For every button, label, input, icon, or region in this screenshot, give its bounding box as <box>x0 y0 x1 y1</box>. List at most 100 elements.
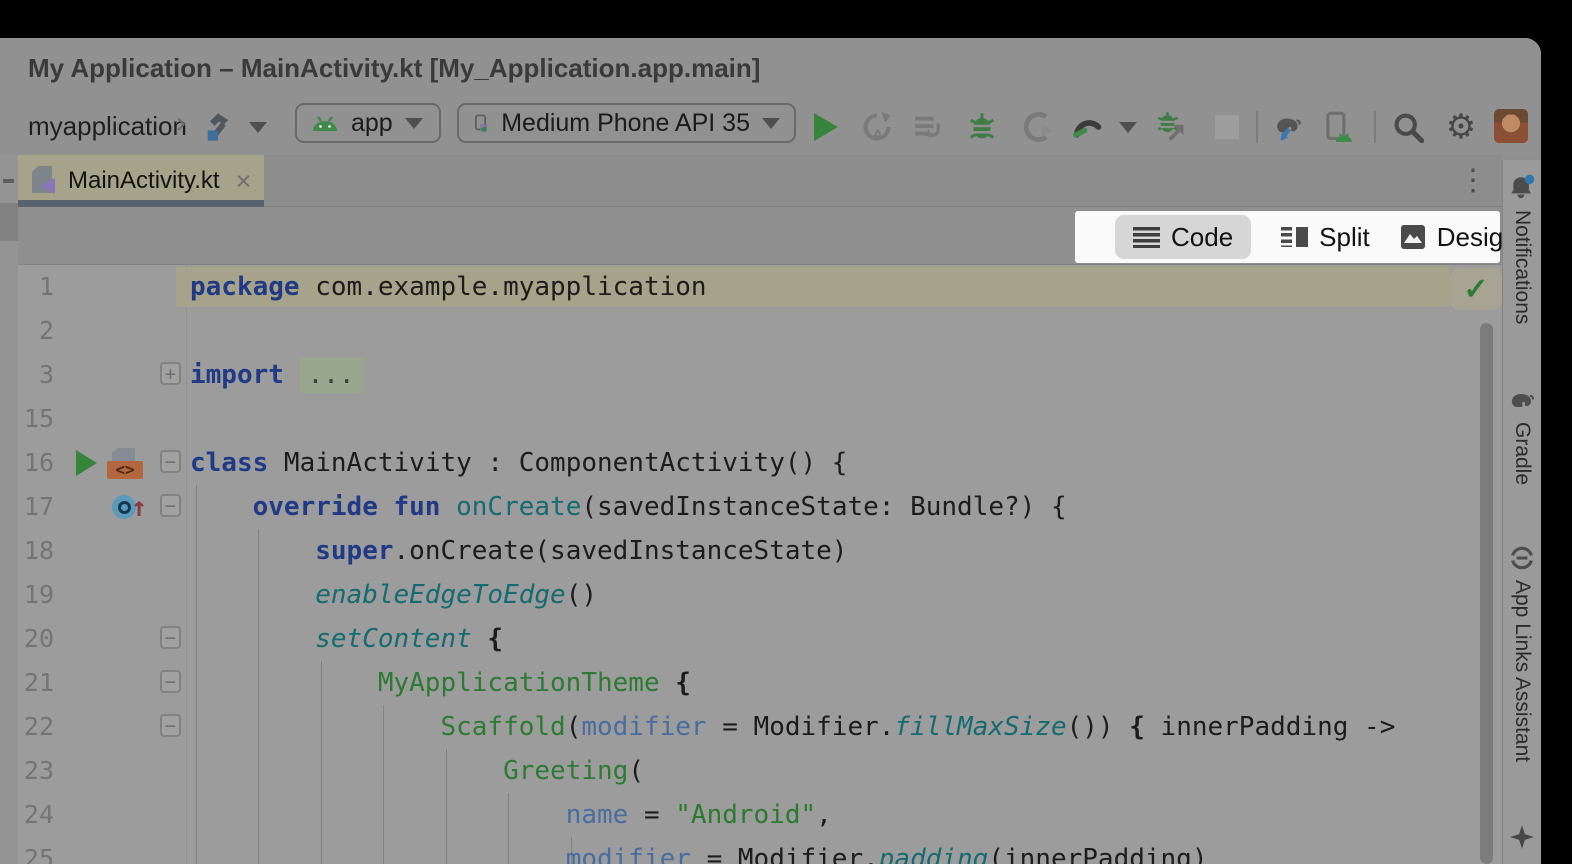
kotlin-file-icon <box>32 166 56 196</box>
chevron-right-icon: › <box>176 106 186 140</box>
run-button[interactable] <box>810 110 842 144</box>
line-number: 23 <box>18 749 54 793</box>
notifications-stripe-button[interactable]: Notifications <box>1503 174 1541 324</box>
line-number: 16 <box>18 441 54 485</box>
toolbar-separator <box>1374 111 1376 143</box>
breadcrumb[interactable]: myapplication <box>28 98 187 154</box>
code-line[interactable]: 19 enableEdgeToEdge() <box>18 573 1502 617</box>
line-number: 20 <box>18 617 54 661</box>
gear-icon: ⚙ <box>1446 110 1476 144</box>
fold-marker-minus[interactable]: − <box>160 450 181 473</box>
editor-mode-switcher: Code Split Design <box>1075 211 1500 263</box>
module-selector-label: app <box>351 109 393 138</box>
left-stripe-dash-icon[interactable] <box>3 179 14 183</box>
device-manager-button[interactable] <box>1321 110 1353 144</box>
line-number: 24 <box>18 793 54 837</box>
sync-gradle-button[interactable] <box>1272 110 1304 144</box>
inspections-widget[interactable]: ✓ <box>1450 268 1502 310</box>
build-dropdown-caret-icon[interactable] <box>242 110 274 144</box>
main-toolbar: › myapplication › app <box>0 98 1541 155</box>
left-stripe-segment <box>0 203 18 241</box>
mode-code-button[interactable]: Code <box>1115 215 1251 259</box>
mode-design-button[interactable]: Design <box>1400 215 1518 259</box>
fold-marker-minus[interactable]: − <box>160 626 181 649</box>
code-mode-icon <box>1133 227 1160 248</box>
run-options-caret-icon[interactable] <box>1112 110 1144 144</box>
code-text: setContent { <box>190 617 503 661</box>
code-line[interactable]: 17 − override fun onCreate(savedInstanceS… <box>18 485 1502 529</box>
device-phone-icon <box>473 107 489 139</box>
code-line[interactable]: 1 package com.example.myapplication <box>18 265 1502 309</box>
code-line[interactable]: 3+import ... <box>18 353 1502 397</box>
app-links-assistant-stripe-button[interactable]: App Links Assistant <box>1503 544 1541 762</box>
tab-label: MainActivity.kt <box>68 167 220 195</box>
device-selector[interactable]: Medium Phone API 35 <box>457 103 796 143</box>
code-line[interactable]: 23 Greeting( <box>18 749 1502 793</box>
line-number: 25 <box>18 837 54 864</box>
code-line[interactable]: 24 name = "Android", <box>18 793 1502 837</box>
run-gutter-icon[interactable] <box>76 450 97 476</box>
fold-marker-plus[interactable]: + <box>160 362 181 385</box>
code-lines: 1 package com.example.myapplication 23+imp… <box>18 265 1502 864</box>
tab-options-kebab-icon[interactable]: ⋮ <box>1458 161 1488 201</box>
line-number: 18 <box>18 529 54 573</box>
code-editor[interactable]: 1 package com.example.myapplication 23+imp… <box>18 265 1502 864</box>
code-line[interactable]: 16 −class MainActivity : ComponentActivit… <box>18 441 1502 485</box>
code-text: Greeting( <box>190 749 644 793</box>
app-links-assistant-label: App Links Assistant <box>1510 580 1534 762</box>
split-mode-icon <box>1281 225 1308 249</box>
mode-code-label: Code <box>1171 222 1233 253</box>
android-studio-window: My Application – MainActivity.kt [My_App… <box>0 38 1541 864</box>
code-line[interactable]: 25 modifier = Modifier.padding(innerPadd… <box>18 837 1502 864</box>
mode-split-button[interactable]: Split <box>1281 215 1370 259</box>
search-everywhere-button[interactable] <box>1392 110 1424 144</box>
compose-gutter-icon[interactable] <box>107 448 143 479</box>
line-number: 2 <box>18 309 54 353</box>
line-number: 1 <box>18 265 54 309</box>
code-text: class MainActivity : ComponentActivity()… <box>190 441 847 485</box>
attach-debugger-button[interactable] <box>1156 110 1188 144</box>
apply-changes-button[interactable]: A <box>861 110 893 144</box>
line-number: 17 <box>18 485 54 529</box>
code-line[interactable]: 20 − setContent { <box>18 617 1502 661</box>
code-line[interactable]: 2 <box>18 309 1502 353</box>
code-text: Scaffold(modifier = Modifier.fillMaxSize… <box>190 705 1395 749</box>
app-links-icon <box>1508 544 1536 572</box>
profiler-gauge-button[interactable] <box>1071 110 1103 144</box>
design-mode-icon <box>1400 224 1426 250</box>
tab-close-icon[interactable]: × <box>236 166 252 197</box>
code-line[interactable]: 22 − Scaffold(modifier = Modifier.fillMax… <box>18 705 1502 749</box>
apply-code-changes-button[interactable] <box>913 110 945 144</box>
gradle-elephant-icon <box>1507 388 1537 414</box>
fold-marker-minus[interactable]: − <box>160 670 181 693</box>
code-text: override fun onCreate(savedInstanceState… <box>190 485 1067 529</box>
debug-button[interactable] <box>966 110 998 144</box>
build-hammer-button[interactable] <box>202 110 234 144</box>
editor-scrollbar[interactable] <box>1480 323 1493 864</box>
code-text: package com.example.myapplication <box>190 265 707 309</box>
tab-mainactivity[interactable]: MainActivity.kt × <box>18 155 264 207</box>
module-selector[interactable]: app <box>295 103 441 143</box>
override-gutter-icon[interactable] <box>112 495 136 519</box>
profile-app-button[interactable] <box>1022 110 1054 144</box>
code-line[interactable]: 21− MyApplicationTheme { <box>18 661 1502 705</box>
settings-button[interactable]: ⚙ <box>1445 110 1477 144</box>
gemini-stripe-button[interactable] <box>1503 824 1541 850</box>
sparkle-icon <box>1509 824 1535 850</box>
editor-tab-bar: MainActivity.kt × ⋮ <box>18 155 1502 207</box>
line-number: 22 <box>18 705 54 749</box>
line-number: 15 <box>18 397 54 441</box>
fold-marker-minus[interactable]: − <box>160 714 181 737</box>
gradle-stripe-button[interactable]: Gradle <box>1503 388 1541 485</box>
line-number: 19 <box>18 573 54 617</box>
user-avatar[interactable] <box>1494 109 1528 143</box>
code-line[interactable]: 15 <box>18 397 1502 441</box>
notifications-label: Notifications <box>1510 210 1534 324</box>
fold-marker-minus[interactable]: − <box>160 494 181 517</box>
android-icon <box>311 113 339 133</box>
right-tool-stripe: Notifications Gradle App Links Assistant <box>1502 160 1541 864</box>
stop-button[interactable] <box>1211 110 1243 144</box>
chevron-down-icon <box>762 118 780 129</box>
line-number: 21 <box>18 661 54 705</box>
code-line[interactable]: 18 super.onCreate(savedInstanceState) <box>18 529 1502 573</box>
